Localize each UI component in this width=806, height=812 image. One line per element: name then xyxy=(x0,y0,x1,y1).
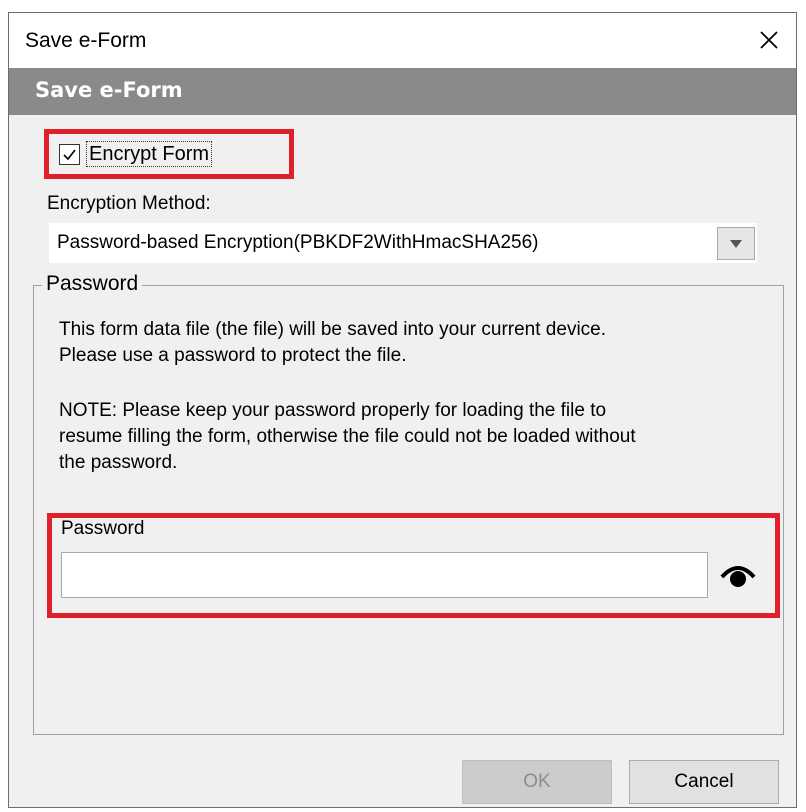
close-button[interactable] xyxy=(746,17,792,63)
info-text-line-1: This form data file (the file) will be s… xyxy=(59,319,607,340)
highlight-box-encrypt xyxy=(44,129,294,179)
info-text-line-2: Please use a password to protect the fil… xyxy=(59,345,407,366)
password-group-legend: Password xyxy=(42,272,143,296)
ok-button[interactable]: OK xyxy=(462,760,612,804)
note-text-line-3: the password. xyxy=(59,452,178,473)
header-title: Save e-Form xyxy=(35,78,183,102)
cancel-button[interactable]: Cancel xyxy=(629,760,779,804)
header-band: Save e-Form xyxy=(9,68,796,115)
window-title: Save e-Form xyxy=(25,29,147,52)
encryption-method-label: Encryption Method: xyxy=(47,193,211,214)
encryption-method-value: Password-based Encryption(PBKDF2WithHmac… xyxy=(57,232,539,253)
save-eform-dialog: Save e-Form Save e-Form Encrypt Form Enc… xyxy=(8,12,797,808)
triangle-down-icon xyxy=(730,239,742,248)
note-text-line-2: resume filling the form, otherwise the f… xyxy=(59,426,636,447)
dropdown-button[interactable] xyxy=(717,227,755,260)
note-text-line-1: NOTE: Please keep your password properly… xyxy=(59,400,607,421)
highlight-box-password xyxy=(47,513,780,618)
encryption-method-select[interactable]: Password-based Encryption(PBKDF2WithHmac… xyxy=(49,223,757,263)
title-bar: Save e-Form xyxy=(9,13,796,68)
close-icon xyxy=(760,31,778,49)
